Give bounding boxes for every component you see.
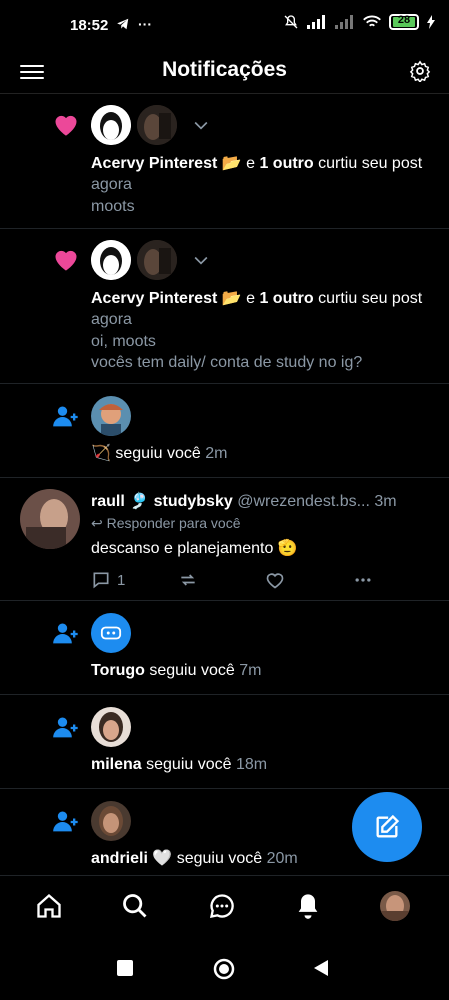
repost-icon <box>181 574 195 586</box>
post-actions: 1 <box>91 570 381 592</box>
post-time: 3m <box>374 493 397 510</box>
post-item[interactable]: raull 🎐 studybsky @wrezendest.bs... 3m ↩… <box>0 478 449 601</box>
wifi-icon <box>363 15 381 27</box>
comment-icon <box>93 572 109 589</box>
notification-text: milena seguiu você 18m <box>91 756 268 773</box>
post-header: raull 🎐 studybsky @wrezendest.bs... 3m <box>91 491 435 511</box>
recents-icon[interactable] <box>116 959 134 977</box>
notification-item[interactable]: Torugo seguiu você 7m <box>0 602 449 695</box>
notification-text: Acervy Pinterest 📂 e 1 outro curtiu seu … <box>91 290 423 328</box>
like-button[interactable] <box>265 570 285 590</box>
avatar[interactable] <box>91 105 131 145</box>
more-icon <box>355 578 371 582</box>
notification-item[interactable]: Acervy Pinterest 📂 e 1 outro curtiu seu … <box>0 95 449 229</box>
home-icon <box>37 893 61 918</box>
status-time: 18:52 <box>70 17 109 34</box>
notification-content: vocês tem daily/ conta de study no ig? <box>91 354 363 371</box>
avatar[interactable] <box>91 707 131 747</box>
person-add-icon <box>53 811 78 832</box>
home-button-icon[interactable] <box>213 958 235 980</box>
page-title: Notificações <box>162 58 287 81</box>
avatar[interactable] <box>137 105 177 145</box>
notification-item[interactable]: milena seguiu você 18m <box>0 696 449 789</box>
avatar <box>380 891 410 921</box>
notification-text: Acervy Pinterest 📂 e 1 outro curtiu seu … <box>91 155 423 193</box>
reply-count: 1 <box>117 571 126 589</box>
notification-content: moots <box>91 198 135 215</box>
more-notifications-icon: ··· <box>138 16 152 32</box>
person-add-icon <box>53 717 78 738</box>
person-add-icon <box>53 406 78 427</box>
bell-icon <box>298 894 318 919</box>
bot-icon <box>100 626 122 640</box>
notification-content: oi, moots <box>91 333 156 350</box>
mute-icon <box>284 15 298 29</box>
bottom-nav <box>0 875 449 937</box>
post-text: descanso e planejamento 🫡 <box>91 540 298 557</box>
pencil-icon <box>376 814 400 838</box>
app-header: Notificações <box>0 52 449 94</box>
post-author[interactable]: raull 🎐 studybsky <box>91 493 233 510</box>
charging-icon <box>427 15 435 29</box>
back-icon[interactable] <box>312 959 330 977</box>
tab-home[interactable] <box>34 891 64 921</box>
person-add-icon <box>53 623 78 644</box>
compose-button[interactable] <box>352 792 422 862</box>
tab-notifications[interactable] <box>293 891 323 921</box>
tab-profile[interactable] <box>380 891 410 921</box>
gear-icon[interactable] <box>409 60 431 82</box>
search-icon <box>123 894 147 918</box>
battery-indicator: 28 <box>389 14 419 30</box>
tab-messages[interactable] <box>207 891 237 921</box>
battery-percent: 28 <box>397 14 411 26</box>
notification-text: Torugo seguiu você 7m <box>91 662 262 679</box>
chevron-down-icon[interactable] <box>191 115 211 135</box>
reply-label: ↩ Responder para você <box>91 515 241 531</box>
status-bar: 18:52 ··· 28 <box>0 0 449 52</box>
post-handle: @wrezendest.bs... <box>237 493 370 510</box>
tab-search[interactable] <box>120 891 150 921</box>
repost-button[interactable] <box>178 570 198 590</box>
notification-item[interactable]: 🏹 seguiu você 2m <box>0 385 449 478</box>
heart-icon <box>55 115 77 136</box>
signal-icon <box>307 15 325 29</box>
heart-icon <box>55 250 77 271</box>
chat-icon <box>210 894 234 918</box>
avatar[interactable] <box>91 396 131 436</box>
heart-outline-icon <box>266 573 284 589</box>
avatar[interactable] <box>20 489 80 549</box>
telegram-icon <box>117 18 129 30</box>
notification-item[interactable]: Acervy Pinterest 📂 e 1 outro curtiu seu … <box>0 230 449 384</box>
avatar[interactable] <box>91 240 131 280</box>
chevron-down-icon[interactable] <box>191 250 211 270</box>
avatar[interactable] <box>91 613 131 653</box>
signal-2-icon <box>335 15 353 29</box>
reply-button[interactable]: 1 <box>91 570 125 590</box>
more-options-button[interactable] <box>353 570 373 590</box>
avatar[interactable] <box>137 240 177 280</box>
avatar[interactable] <box>91 801 131 841</box>
notification-text: 🏹 seguiu você 2m <box>91 445 228 462</box>
system-nav-bar <box>0 937 449 1000</box>
reply-icon: ↩ <box>91 515 107 531</box>
